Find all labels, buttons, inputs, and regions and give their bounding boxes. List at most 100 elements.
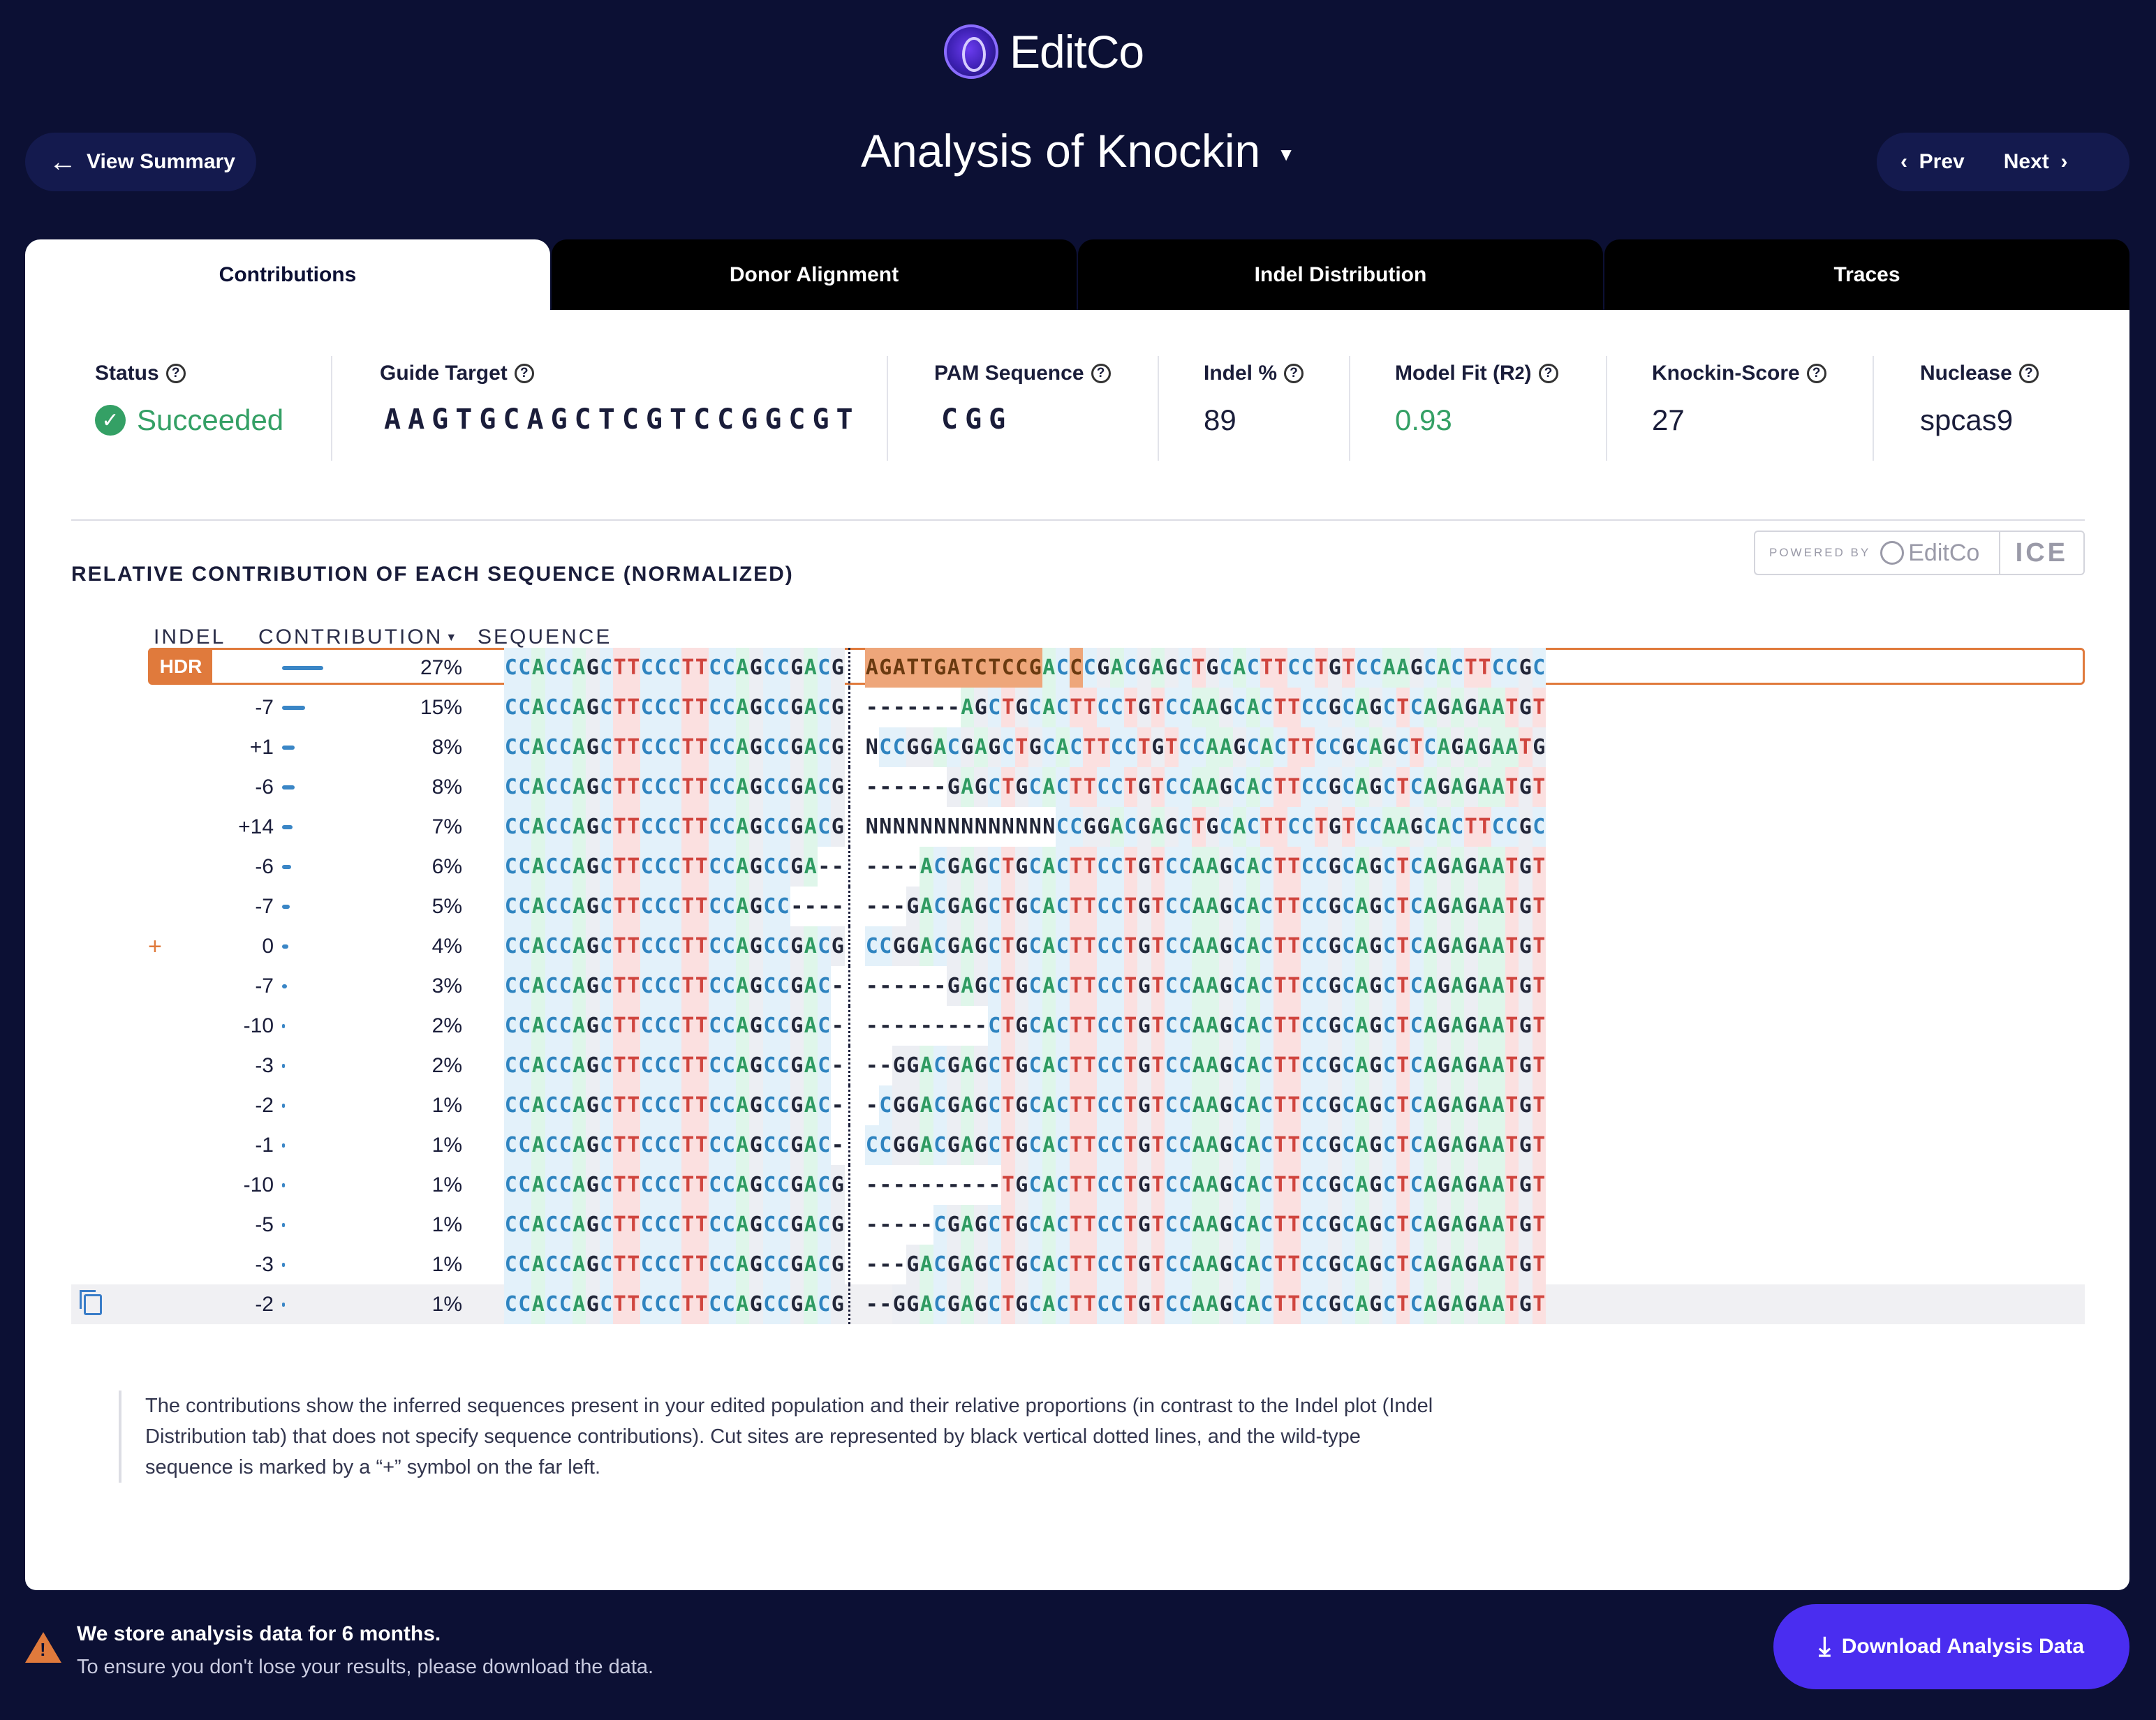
nucleotide: T: [1341, 807, 1355, 847]
table-row[interactable]: 0 +4% CCACCAGCTTCCCTTCCAGCCGACG CCGGACGAGCT…: [71, 926, 2085, 966]
nucleotide: -: [831, 1133, 844, 1157]
nucleotide: -: [879, 1173, 892, 1197]
nucleotide: G: [1328, 887, 1342, 926]
page-title[interactable]: Analysis of Knockin ▼: [0, 124, 2156, 177]
nucleotide: -: [906, 695, 920, 720]
next-button[interactable]: Next ›: [2004, 150, 2068, 174]
nucleotide: A: [572, 648, 586, 688]
nucleotide: A: [1450, 688, 1464, 727]
nucleotide: C: [708, 1165, 722, 1205]
table-row[interactable]: -2 1% CCACCAGCTTCCCTTCCAGCCGAC- -CGGACGAGCT…: [71, 1085, 2085, 1125]
table-row[interactable]: -2 1% CCACCAGCTTCCCTTCCAGCCGACG --GGACGAGCT…: [71, 1284, 2085, 1324]
nucleotide: N: [920, 815, 933, 839]
nucleotide: C: [504, 1085, 518, 1125]
table-row[interactable]: -5 1% CCACCAGCTTCCCTTCCAGCCGACG -----CGAGCT…: [71, 1205, 2085, 1245]
tab-indel-distribution[interactable]: Indel Distribution: [1078, 239, 1603, 311]
nucleotide: C: [708, 847, 722, 887]
nucleotide: T: [1069, 847, 1083, 887]
nucleotide: A: [1110, 648, 1124, 688]
table-row[interactable]: -1 1% CCACCAGCTTCCCTTCCAGCCGAC- CCGGACGAGCT…: [71, 1125, 2085, 1165]
nucleotide: C: [1096, 1125, 1110, 1165]
nucleotide: G: [1014, 1245, 1028, 1284]
table-row[interactable]: -3 2% CCACCAGCTTCCCTTCCAGCCGAC- --GGACGAGCT…: [71, 1046, 2085, 1085]
nucleotide: -: [865, 1093, 878, 1118]
table-row[interactable]: HDR 27% CCACCAGCTTCCCTTCCAGCCGACG AGATTGATC…: [71, 648, 2085, 688]
table-row[interactable]: +14 7% CCACCAGCTTCCCTTCCAGCCGACG NNNNNNNNNN…: [71, 807, 2085, 847]
nucleotide: G: [586, 1205, 600, 1245]
tab-contributions[interactable]: Contributions: [25, 239, 550, 311]
contribution-pct: 15%: [420, 696, 462, 719]
nucleotide: A: [1355, 1165, 1369, 1205]
nucleotide: C: [504, 807, 518, 847]
help-icon[interactable]: ?: [165, 364, 186, 383]
nucleotide: T: [1151, 847, 1165, 887]
nucleotide: C: [708, 807, 722, 847]
nucleotide: A: [947, 648, 961, 688]
nucleotide: C: [1382, 1205, 1396, 1245]
nucleotide: G: [1137, 1165, 1151, 1205]
table-row[interactable]: -6 8% CCACCAGCTTCCCTTCCAGCCGACG ------GAGCT…: [71, 767, 2085, 807]
tab-traces[interactable]: Traces: [1604, 239, 2129, 311]
nucleotide: C: [1423, 648, 1437, 688]
help-icon[interactable]: ?: [1538, 364, 1558, 383]
contribution-bar: [282, 1024, 286, 1028]
nucleotide: G: [1014, 688, 1028, 727]
nucleotide: A: [735, 688, 749, 727]
nucleotide: C: [708, 1085, 722, 1125]
nucleotide: C: [1056, 648, 1070, 688]
nucleotide: G: [586, 767, 600, 807]
nucleotide: T: [1273, 887, 1287, 926]
table-row[interactable]: -6 6% CCACCAGCTTCCCTTCCAGCCGA-- ----ACGAGCT…: [71, 847, 2085, 887]
nucleotide: A: [1491, 1205, 1505, 1245]
table-row[interactable]: -10 1% CCACCAGCTTCCCTTCCAGCCGACG ----------…: [71, 1165, 2085, 1205]
nucleotide: G: [1519, 926, 1533, 966]
sequence: CCACCAGCTTCCCTTCCAGCCGACG -------AGCTGCAC…: [504, 688, 1546, 727]
nucleotide: T: [1396, 926, 1410, 966]
column-header-contribution[interactable]: CONTRIBUTION ▼: [258, 625, 459, 649]
nucleotide: C: [654, 966, 667, 1006]
nucleotide: T: [1505, 688, 1519, 727]
copy-icon[interactable]: [80, 1290, 102, 1315]
nucleotide: C: [817, 1125, 831, 1165]
table-row[interactable]: -10 2% CCACCAGCTTCCCTTCCAGCCGAC- ---------C…: [71, 1006, 2085, 1046]
table-row[interactable]: -3 1% CCACCAGCTTCCCTTCCAGCCGACG ---GACGAGCT…: [71, 1245, 2085, 1284]
nucleotide: T: [1287, 688, 1301, 727]
nucleotide: A: [1477, 1085, 1491, 1125]
help-icon[interactable]: ?: [2018, 364, 2039, 383]
nucleotide: T: [613, 887, 627, 926]
nucleotide: G: [749, 1245, 763, 1284]
help-icon[interactable]: ?: [1284, 364, 1304, 383]
model-fit-value: 0.93: [1395, 403, 1452, 436]
nucleotide: A: [1477, 1284, 1491, 1324]
table-row[interactable]: -7 5% CCACCAGCTTCCCTTCCAGCC---- ---GACGAGCT…: [71, 887, 2085, 926]
contribution-pct: 1%: [431, 1293, 462, 1316]
download-analysis-button[interactable]: ⤓ Download Analysis Data: [1773, 1604, 2129, 1689]
tab-donor-alignment[interactable]: Donor Alignment: [552, 239, 1077, 311]
help-icon[interactable]: ?: [1806, 364, 1826, 383]
nucleotide: C: [1165, 1125, 1179, 1165]
nucleotide: A: [735, 926, 749, 966]
nucleotide: A: [1491, 1046, 1505, 1085]
nucleotide: G: [906, 1046, 920, 1085]
table-row[interactable]: -7 15% CCACCAGCTTCCCTTCCAGCCGACG -------AGC…: [71, 688, 2085, 727]
nucleotide: G: [749, 966, 763, 1006]
nucleotide: A: [1246, 767, 1260, 807]
table-row[interactable]: -7 3% CCACCAGCTTCCCTTCCAGCCGAC- ------GAGCT…: [71, 966, 2085, 1006]
nucleotide: A: [1368, 727, 1382, 767]
nucleotide: A: [1205, 887, 1219, 926]
nucleotide: T: [681, 1284, 695, 1324]
nucleotide: T: [1192, 648, 1206, 688]
nucleotide: G: [749, 1006, 763, 1046]
prev-button[interactable]: ‹ Prev: [1900, 150, 1965, 174]
nucleotide: G: [947, 926, 961, 966]
table-row[interactable]: +1 8% CCACCAGCTTCCCTTCCAGCCGACG NCCGGACGAGC…: [71, 727, 2085, 767]
nucleotide: C: [599, 648, 613, 688]
nucleotide: G: [1519, 887, 1533, 926]
help-icon[interactable]: ?: [514, 364, 534, 383]
nucleotide: T: [1396, 767, 1410, 807]
nucleotide: C: [1123, 648, 1137, 688]
help-icon[interactable]: ?: [1091, 364, 1111, 383]
nucleotide: -: [920, 1014, 933, 1038]
nucleotide: A: [1491, 1006, 1505, 1046]
indel-value: -10: [243, 1173, 274, 1196]
